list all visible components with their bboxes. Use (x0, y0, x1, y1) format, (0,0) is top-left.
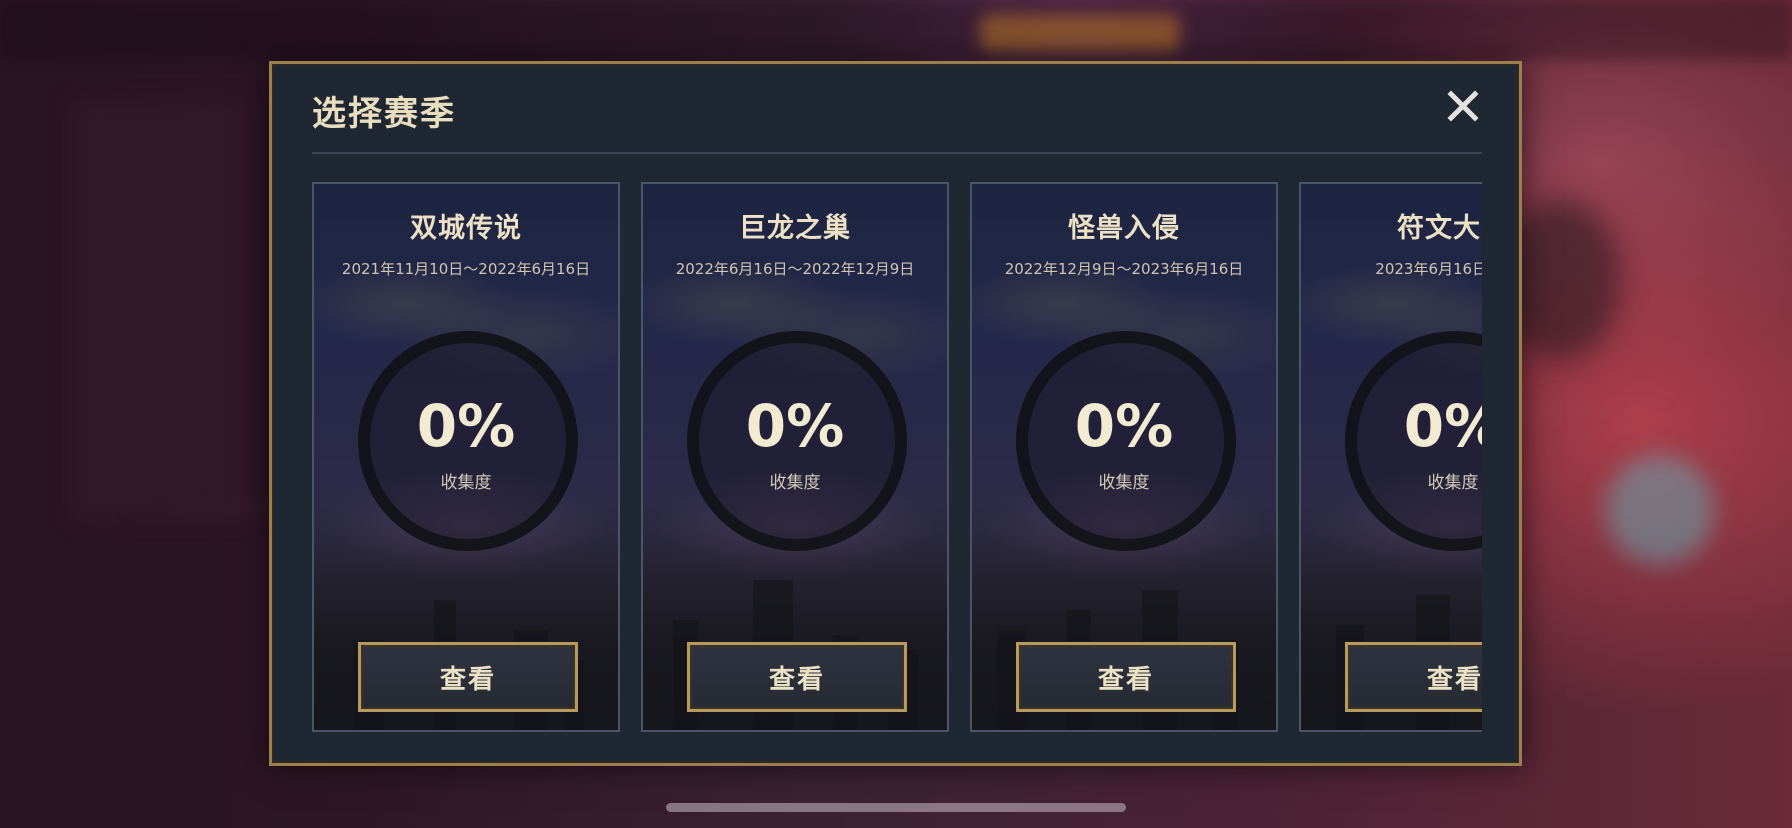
season-card[interactable]: 符文大陆 2023年6月16日～202 0% 收集度 查看 (1299, 182, 1482, 732)
season-card-list[interactable]: 双城传说 2021年11月10日～2022年6月16日 0% 收集度 查看 巨龙… (312, 182, 1482, 736)
season-name: 巨龙之巢 (739, 213, 851, 244)
collection-label: 收集度 (1098, 473, 1150, 493)
collection-percent: 0% (1074, 392, 1174, 460)
collection-label: 收集度 (769, 473, 821, 493)
collection-percent: 0% (416, 392, 516, 460)
season-card[interactable]: 双城传说 2021年11月10日～2022年6月16日 0% 收集度 查看 (312, 182, 620, 732)
background-highlight (980, 14, 1180, 52)
season-card[interactable]: 怪兽入侵 2022年12月9日～2023年6月16日 0% 收集度 查看 (970, 182, 1278, 732)
select-season-dialog: 选择赛季 双城传说 2021年11月10日～2022年6月16日 0% 收集度 … (269, 61, 1522, 766)
view-button[interactable]: 查看 (1016, 642, 1236, 712)
season-date-range: 2022年6月16日～2022年12月9日 (675, 260, 915, 278)
close-button[interactable] (1443, 86, 1483, 126)
home-indicator[interactable] (666, 803, 1126, 812)
season-date-range: 2021年11月10日～2022年6月16日 (341, 260, 591, 278)
close-icon[interactable] (1446, 89, 1480, 123)
collection-label: 收集度 (440, 473, 492, 493)
season-card[interactable]: 巨龙之巢 2022年6月16日～2022年12月9日 0% 收集度 查看 (641, 182, 949, 732)
season-name: 符文大陆 (1397, 213, 1482, 244)
collection-label: 收集度 (1427, 473, 1479, 493)
background-top-bar (0, 0, 1792, 60)
collection-percent: 0% (745, 392, 845, 460)
season-name: 怪兽入侵 (1068, 213, 1180, 244)
view-button[interactable]: 查看 (687, 642, 907, 712)
dialog-title: 选择赛季 (312, 94, 456, 134)
title-divider (312, 152, 1482, 154)
season-date-range: 2023年6月16日～202 (1375, 260, 1482, 278)
collection-percent: 0% (1403, 392, 1482, 460)
season-name: 双城传说 (410, 213, 522, 244)
view-button[interactable]: 查看 (1345, 642, 1482, 712)
season-date-range: 2022年12月9日～2023年6月16日 (1004, 260, 1244, 278)
view-button[interactable]: 查看 (358, 642, 578, 712)
